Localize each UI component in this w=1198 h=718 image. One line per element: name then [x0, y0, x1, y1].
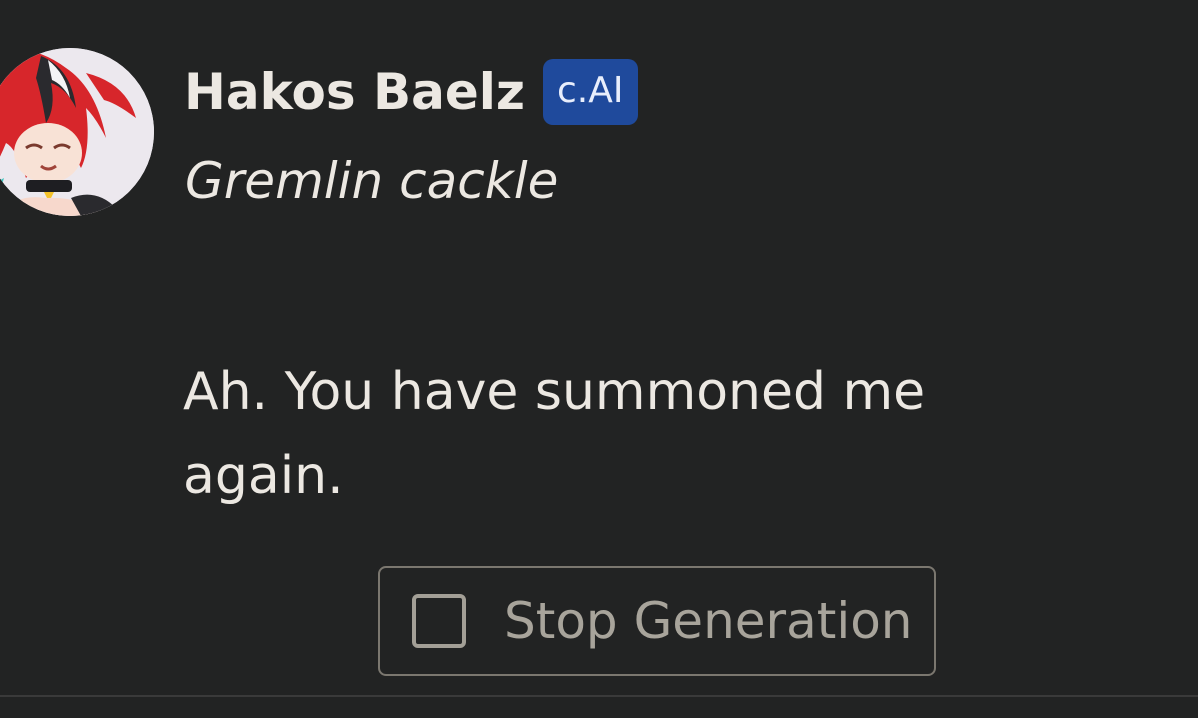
stop-generation-button[interactable]: Stop Generation	[378, 566, 936, 676]
stop-generation-label: Stop Generation	[504, 592, 913, 650]
avatar-image	[0, 48, 154, 216]
stop-square-icon	[412, 594, 466, 648]
message-text: Ah. You have summoned me again.	[183, 362, 926, 506]
input-divider	[0, 695, 1198, 697]
message-header: Hakos Baelz c.AI	[184, 58, 638, 126]
character-name[interactable]: Hakos Baelz	[184, 63, 525, 121]
chat-view: Hakos Baelz c.AI Gremlin cackle Ah. You …	[0, 0, 1198, 718]
character-avatar[interactable]	[0, 48, 154, 216]
cai-badge: c.AI	[543, 59, 638, 125]
message-action-text: Gremlin cackle	[185, 152, 559, 210]
